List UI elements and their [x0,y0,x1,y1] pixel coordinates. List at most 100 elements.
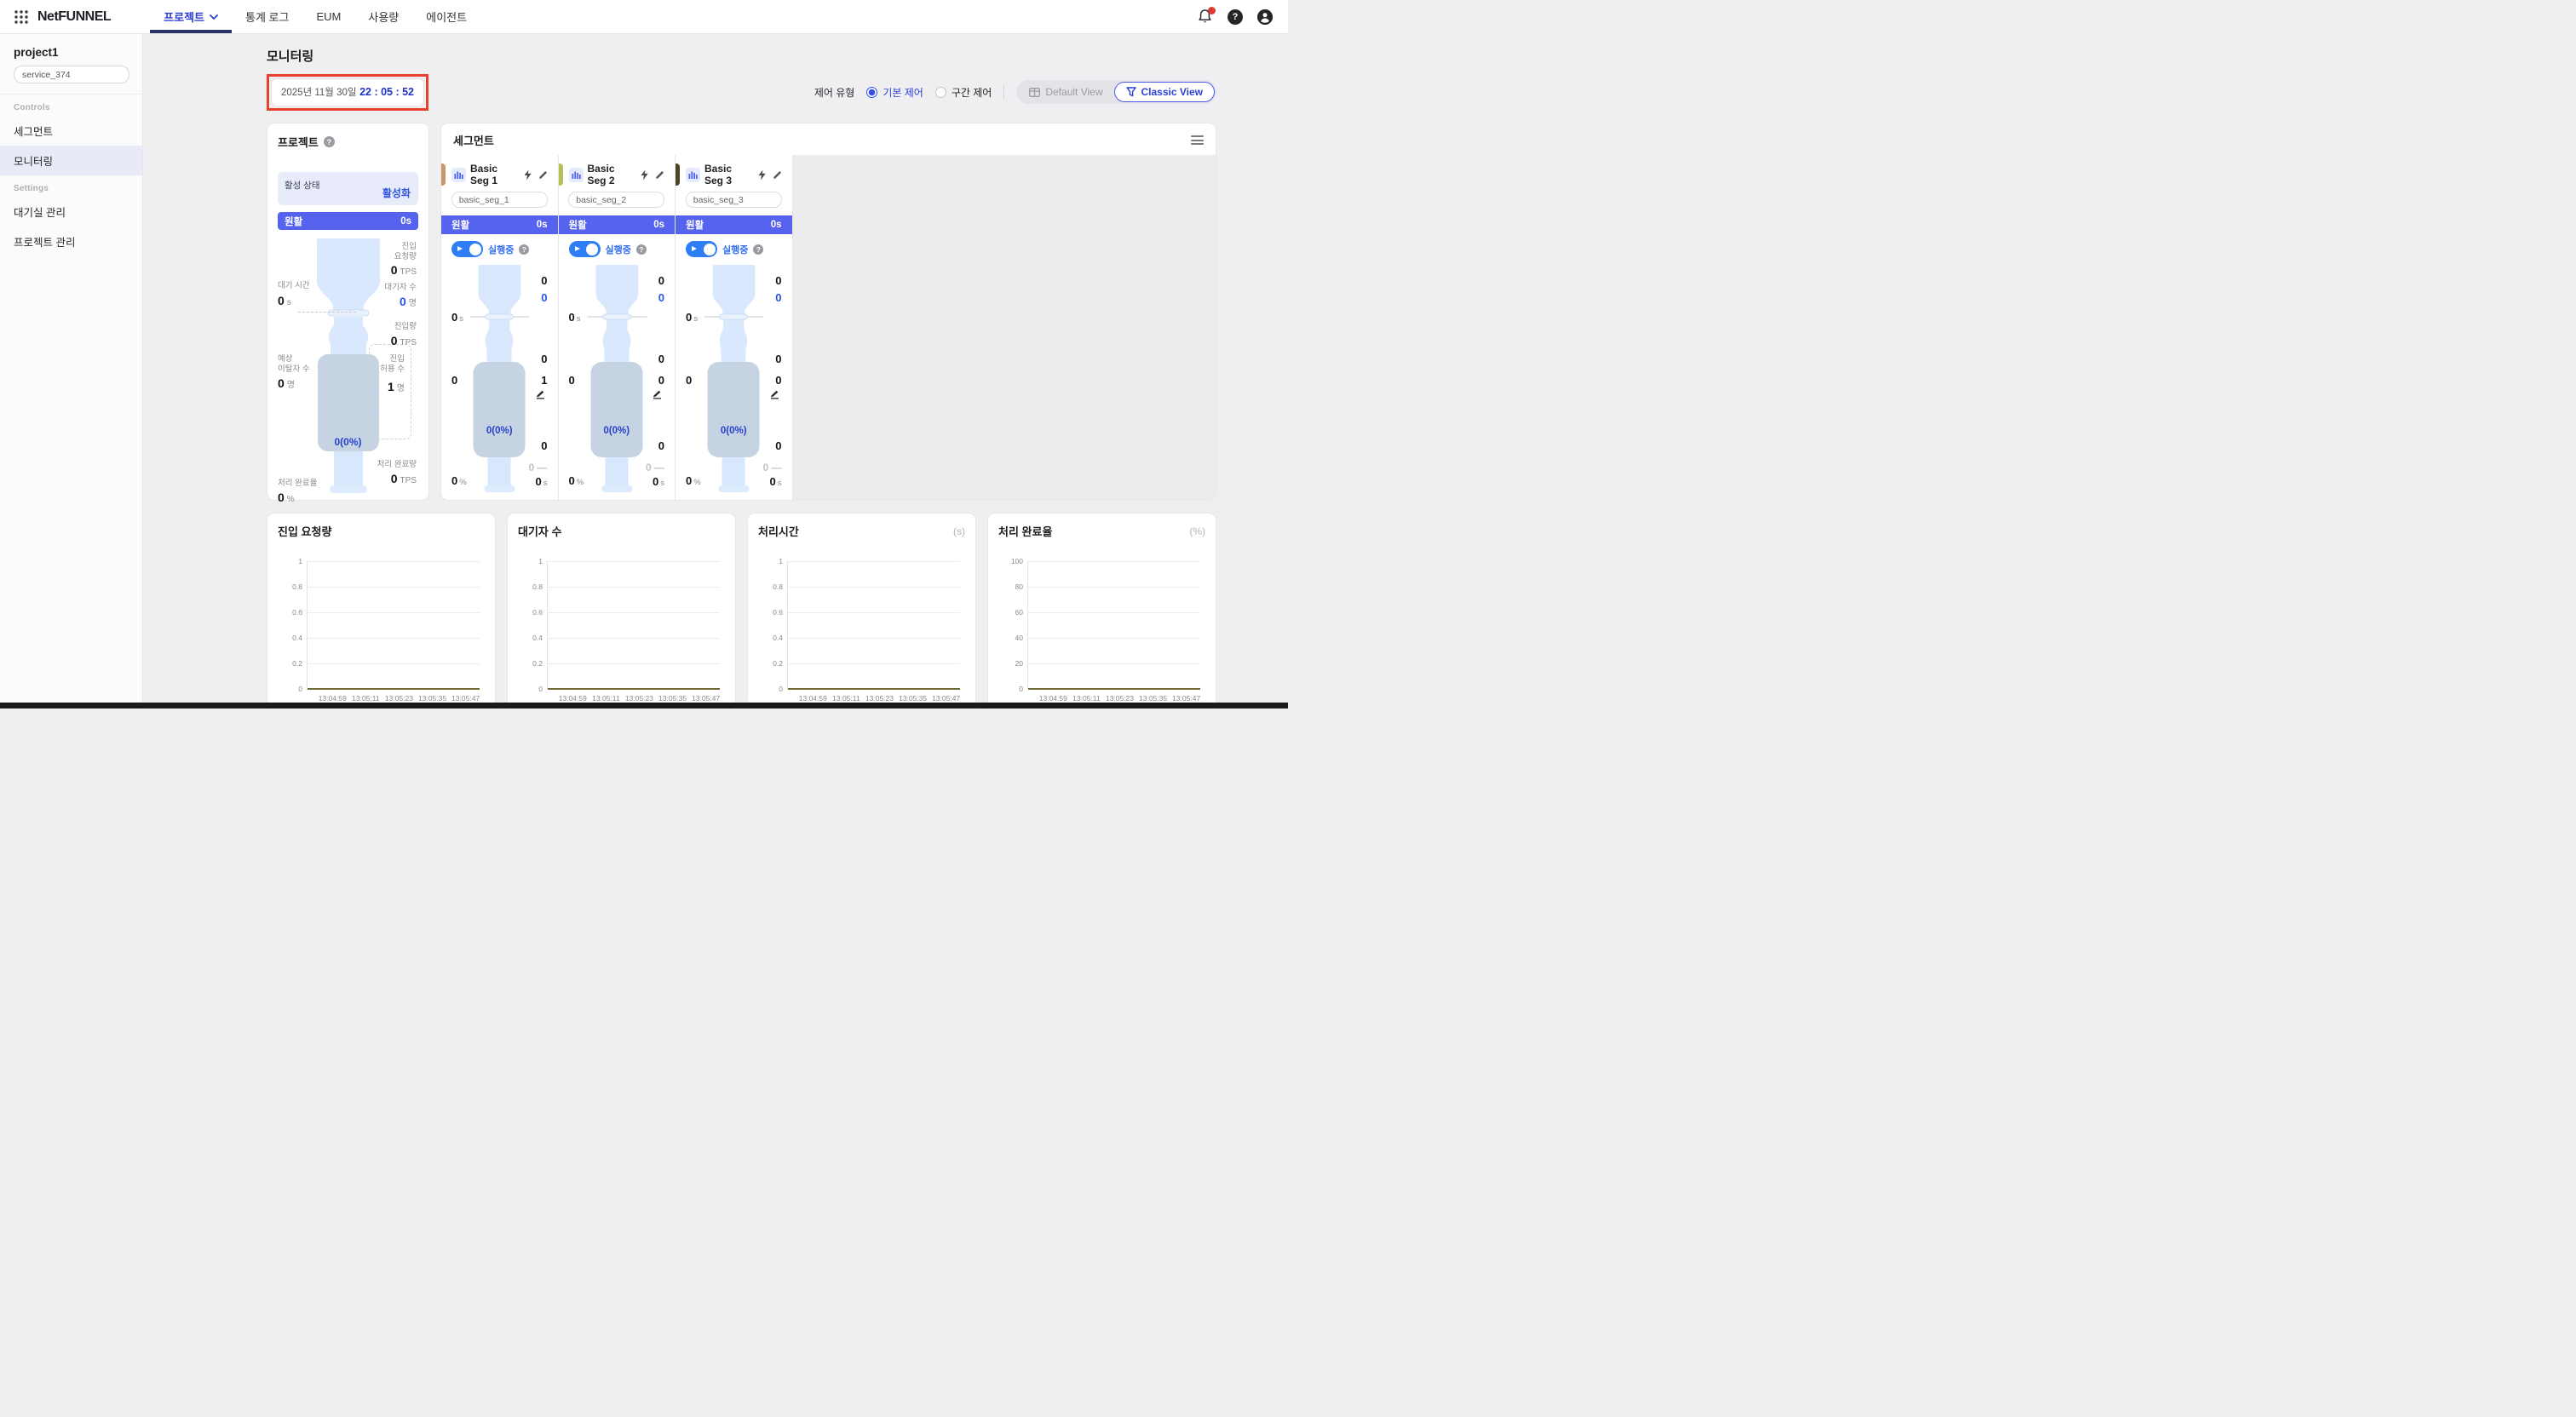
running-toggle[interactable] [451,241,483,257]
status-time: 0s [400,215,411,227]
bolt-icon[interactable] [523,169,534,181]
help-icon[interactable]: ? [1228,9,1243,25]
allowed-value: 1 [541,374,548,387]
running-toggle[interactable] [568,241,601,257]
pencil-icon[interactable] [655,169,666,180]
radio-basic-control[interactable]: 기본 제어 [866,85,923,100]
activate-link[interactable]: 활성화 [382,186,411,200]
x-tick-label: 13:05:47 [932,694,961,703]
status-label: 원활 [568,221,587,231]
sidebar-item-monitoring[interactable]: 모니터링 [0,146,142,175]
nav-item-usage[interactable]: 사용량 [354,0,412,33]
rate-value: 0% [686,474,701,487]
account-icon[interactable] [1257,9,1273,25]
pool-ratio-text: 0(0%) [334,436,362,448]
y-tick-label: 0.2 [292,659,302,668]
help-icon[interactable]: ? [519,244,530,255]
running-label: 실행중 [488,244,515,255]
top-navbar: NetFUNNEL 프로젝트 통계 로그 EUM 사용량 에이전트 ? [0,0,1288,34]
segment-key-input[interactable] [685,192,782,208]
menu-icon[interactable] [1191,134,1204,147]
segment-status-bar: 원활 0s [441,215,558,234]
y-tick-label: 0.6 [532,608,543,617]
inflow-value: 0 [658,353,664,365]
segment-column: Basic Seg 1 원활 0s 실행중 ? 0 0 0s 0 0 1 0(0… [441,155,559,500]
running-toggle[interactable] [686,241,717,257]
project-status-bar: 원활 0s [278,212,418,230]
running-label: 실행중 [605,244,631,255]
nav-item-agent[interactable]: 에이전트 [412,0,480,33]
sidebar-item-segments[interactable]: 세그먼트 [0,116,142,146]
gridline [308,663,480,664]
nav-item-eum[interactable]: EUM [302,0,354,33]
expected-exit-value: 0 [451,374,458,387]
segment-funnel: 0 0 0s 0 0 0 0(0%) 0 0 — 0% 0s [569,262,664,498]
bolt-icon[interactable] [757,169,768,181]
main-area: 모니터링 2025년 11월 30일 22 : 05 : 52 제어 유형 기본… [143,34,1288,708]
datetime-highlight-box: 2025년 11월 30일 22 : 05 : 52 [267,73,428,111]
app-grid-icon[interactable] [14,9,29,25]
sidebar-item-waiting-room[interactable]: 대기실 관리 [0,197,142,227]
wait-time-dashed-line [298,312,356,313]
wait-time-value: 0s [686,311,698,324]
help-icon[interactable]: ? [323,136,335,147]
bar-chart-icon [451,167,466,182]
chart-card: 진입 요청량 1 0.8 0.6 0.4 0.2 0 13:04:59 13:05:11 13… [267,513,496,708]
nav-item-stats-log[interactable]: 통계 로그 [232,0,302,33]
classic-view-button[interactable]: Classic View [1113,82,1215,102]
help-icon[interactable]: ? [753,244,764,255]
x-tick-label: 13:05:47 [1172,694,1201,703]
y-tick-label: 60 [1015,608,1023,617]
control-type-label: 제어 유형 [814,86,855,99]
notification-bell-icon[interactable] [1197,7,1216,25]
chart-plot: 1 0.8 0.6 0.4 0.2 0 [532,557,720,693]
y-tick-label: 1 [538,557,543,565]
nav-item-projects[interactable]: 프로젝트 [150,0,232,33]
gridline [548,663,720,664]
gridline [788,612,960,613]
gridline [1028,561,1200,562]
pencil-icon[interactable] [538,169,549,180]
y-tick-label: 0.8 [773,582,783,591]
gridline [548,638,720,639]
segment-key-input[interactable] [451,192,548,208]
bolt-icon[interactable] [640,169,651,181]
edit-allowed-icon[interactable] [535,388,546,399]
status-time: 0s [770,220,782,230]
segments-row: Basic Seg 1 원활 0s 실행중 ? 0 0 0s 0 0 1 0(0… [441,155,793,500]
radio-range-control[interactable]: 구간 제어 [934,85,992,100]
help-icon[interactable]: ? [635,244,647,255]
segment-card-title: 세그먼트 [453,135,494,147]
bar-chart-icon [568,167,584,182]
chart-title: 대기자 수 [518,525,562,538]
status-time: 0s [653,220,664,230]
x-tick-label: 13:04:59 [318,694,347,703]
view-toggle: Default View Classic View [1016,80,1216,104]
edit-allowed-icon[interactable] [769,388,780,399]
proc-time-value: 0s [769,475,782,488]
logo[interactable]: NetFUNNEL [37,9,112,25]
funnel-icon [1125,87,1136,97]
pool-ratio-text: 0(0%) [720,426,747,436]
pencil-icon[interactable] [773,169,784,180]
sidebar-item-project-mgmt[interactable]: 프로젝트 관리 [0,227,142,256]
gridline [308,587,480,588]
service-input[interactable] [14,66,129,83]
default-view-button[interactable]: Default View [1018,82,1113,102]
edit-allowed-icon[interactable] [652,388,663,399]
y-tick-label: 0.4 [532,634,543,642]
project-funnel: 진입 요청량 0 TPS 대기자 수 0명 대기 시간 0s 진입량 0 TPS 예… [278,238,418,504]
segment-key-input[interactable] [568,192,665,208]
y-tick-label: 0.2 [773,659,783,668]
y-tick-label: 0 [779,685,783,693]
pool-ratio-text: 0(0%) [603,426,630,436]
y-tick-label: 80 [1015,582,1023,591]
chart-plot: 1 0.8 0.6 0.4 0.2 0 [773,557,960,693]
segment-column: Basic Seg 3 원활 0s 실행중 ? 0 0 0s 0 0 0 0(0… [676,155,793,500]
window-grid-icon [1029,87,1041,97]
chart-title: 처리 완료율 [998,525,1053,538]
metric-label: 대기자 수 [384,283,417,292]
inflow-value: 0 [775,353,782,365]
gridline [548,561,720,562]
gridline [1028,663,1200,664]
